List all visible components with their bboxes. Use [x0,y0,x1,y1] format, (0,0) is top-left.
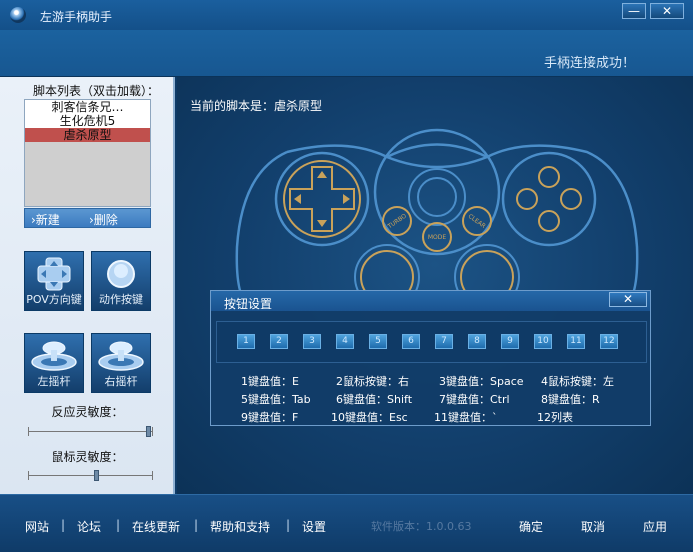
left-panel: 脚本列表（双击加载）： 刺客信条兄… 生化危机5 虐杀原型 ›新建 ›删除 PO… [0,77,175,494]
dialog-title: 按钮设置 [224,297,273,311]
mapping-12: 12列表 [537,411,573,424]
help-support-link[interactable]: 帮助和支持 [210,518,270,535]
key-button-row: 1 2 3 4 5 6 7 8 9 10 11 12 [216,321,647,363]
clear-label: CLEAR [467,213,487,230]
joystick-icon [98,341,144,371]
software-version: 软件版本：1.0.0.63 [371,520,472,533]
minimize-button[interactable]: — [622,3,646,19]
key-button-12[interactable]: 12 [600,334,618,349]
key-button-1[interactable]: 1 [237,334,255,349]
key-button-2[interactable]: 2 [270,334,288,349]
right-stick-button[interactable]: 右摇杆 [91,333,151,393]
delete-script-button[interactable]: ›删除 [89,211,118,228]
title-bar: 左游手柄助手 — ✕ [0,0,693,30]
footer-separator: | [61,518,66,532]
react-sensitivity-label: 反应灵敏度： [51,405,124,419]
script-item[interactable]: 生化危机5 [25,114,150,128]
dialog-close-button[interactable]: ✕ [609,292,647,307]
ok-button[interactable]: 确定 [519,518,543,535]
apply-button[interactable]: 应用 [643,518,667,535]
key-button-9[interactable]: 9 [501,334,519,349]
website-link[interactable]: 网站 [25,518,49,535]
slider-tick [152,427,153,436]
current-script-label: 当前的脚本是：虐杀原型 [190,99,323,113]
mapping-6: 6键盘值：Shift [336,393,413,406]
key-button-10[interactable]: 10 [534,334,552,349]
gamepad-illustration: TURBO MODE CLEAR [235,128,639,307]
footer-bar: 网站 | 论坛 | 在线更新 | 帮助和支持 | 设置 软件版本：1.0.0.6… [0,494,693,552]
app-logo-icon [10,7,26,23]
mapping-2: 2鼠标按键：右 [336,375,409,388]
footer-separator: | [116,518,121,532]
action-key-label: 动作按键 [99,293,143,306]
cancel-button[interactable]: 取消 [581,518,605,535]
online-update-link[interactable]: 在线更新 [132,518,180,535]
settings-link[interactable]: 设置 [302,518,326,535]
script-item-selected[interactable]: 虐杀原型 [25,128,150,142]
pov-direction-label: POV方向键 [26,293,82,306]
script-list[interactable]: 刺客信条兄… 生化危机5 虐杀原型 [24,99,151,207]
key-button-8[interactable]: 8 [468,334,486,349]
main-area: 当前的脚本是：虐杀原型 TURBO MODE CLEAR [177,77,693,494]
left-stick-button[interactable]: 左摇杆 [24,333,84,393]
action-key-button[interactable]: 动作按键 [91,251,151,311]
slider-track [28,431,153,432]
header-banner: 手柄连接成功！ [0,30,693,77]
slider-tick [152,471,153,480]
script-list-label: 脚本列表（双击加载）： [33,84,160,98]
slider-tick [28,427,29,436]
mapping-5: 5键盘值：Tab [241,393,311,406]
slider-track [28,475,153,476]
react-sensitivity-slider[interactable] [28,426,153,437]
slider-tick [28,471,29,480]
footer-separator: | [194,518,199,532]
mode-label: MODE [428,234,447,241]
mapping-7: 7键盘值：Ctrl [439,393,510,406]
forum-link[interactable]: 论坛 [77,518,101,535]
left-stick-label: 左摇杆 [37,375,71,388]
script-list-actions: ›新建 ›删除 [24,208,151,228]
mapping-10: 10键盘值：Esc [331,411,408,424]
mouse-sensitivity-slider[interactable] [28,470,153,481]
mouse-sensitivity-label: 鼠标灵敏度： [51,450,124,464]
mapping-4: 4鼠标按键：左 [541,375,614,388]
window-title: 左游手柄助手 [40,10,113,24]
dpad-icon [37,257,71,291]
slider-thumb[interactable] [146,426,151,437]
script-item[interactable]: 刺客信条兄… [25,100,150,114]
pov-direction-button[interactable]: POV方向键 [24,251,84,311]
mapping-11: 11键盘值：` [434,411,498,424]
mapping-1: 1键盘值：E [241,375,299,388]
button-settings-dialog: 按钮设置 ✕ 1 2 3 4 5 6 7 8 9 10 11 12 1键盘值：E… [210,290,651,426]
footer-separator: | [286,518,291,532]
round-button-icon [107,260,135,288]
mapping-9: 9键盘值：F [241,411,299,424]
key-button-3[interactable]: 3 [303,334,321,349]
key-button-5[interactable]: 5 [369,334,387,349]
key-button-4[interactable]: 4 [336,334,354,349]
key-button-11[interactable]: 11 [567,334,585,349]
turbo-label: TURBO [386,212,408,230]
key-button-7[interactable]: 7 [435,334,453,349]
new-script-button[interactable]: ›新建 [31,211,60,228]
slider-thumb[interactable] [94,470,99,481]
joystick-icon [31,341,77,371]
dialog-title-bar: 按钮设置 ✕ [211,291,650,311]
close-button[interactable]: ✕ [650,3,684,19]
mapping-8: 8键盘值：R [541,393,600,406]
connection-status: 手柄连接成功！ [543,56,635,71]
key-button-6[interactable]: 6 [402,334,420,349]
right-stick-label: 右摇杆 [104,375,138,388]
mapping-3: 3键盘值：Space [439,375,524,388]
